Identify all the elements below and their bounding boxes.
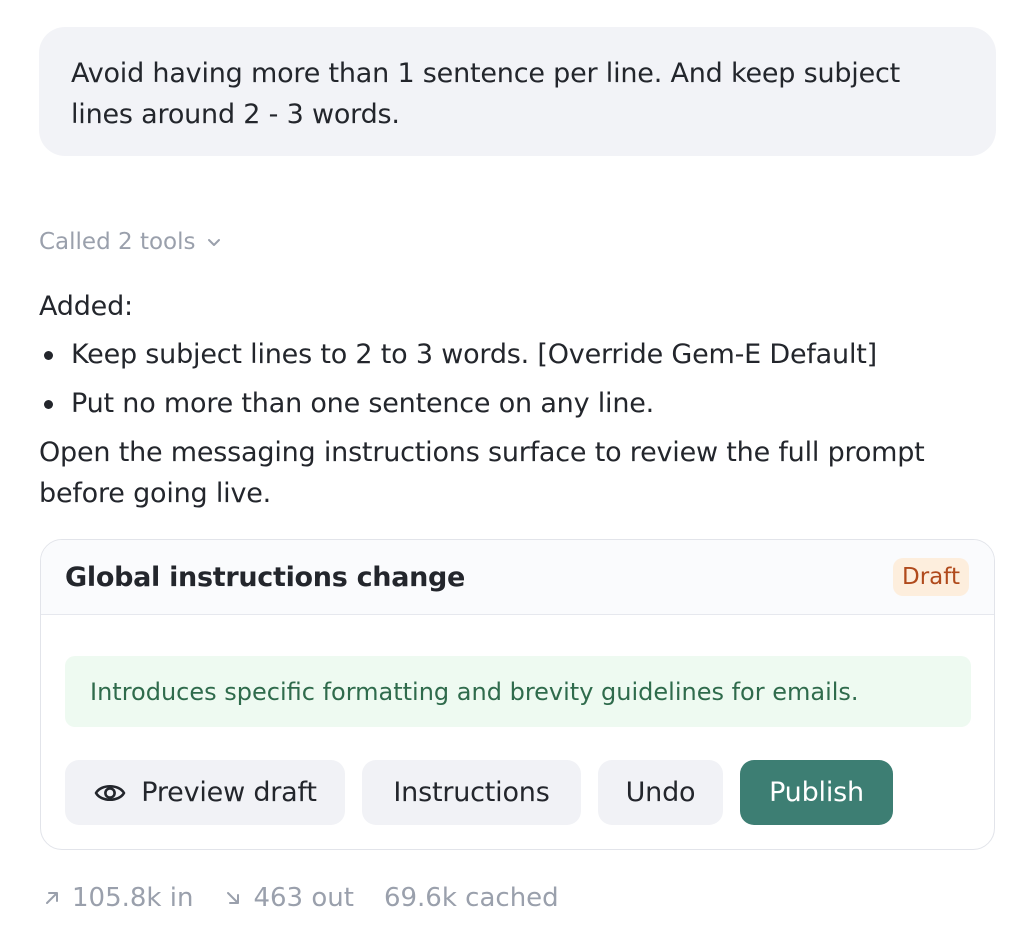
reply-intro: Added: — [39, 291, 133, 322]
card-header: Global instructions change Draft — [41, 540, 994, 615]
publish-button[interactable]: Publish — [740, 760, 893, 825]
input-tokens-text: 105.8k in — [72, 883, 194, 913]
tools-toggle-label: Called 2 tools — [39, 229, 196, 255]
bullet-icon — [44, 351, 53, 360]
status-badge: Draft — [893, 558, 969, 596]
arrow-up-right-icon — [46, 892, 58, 904]
card-actions: Preview draft Instructions Undo Publish — [65, 760, 893, 825]
tools-toggle[interactable]: Called 2 tools — [39, 226, 223, 258]
list-item: Keep subject lines to 2 to 3 words. [Ove… — [39, 334, 1009, 383]
preview-draft-label: Preview draft — [141, 777, 317, 808]
list-item: Put no more than one sentence on any lin… — [39, 383, 1009, 432]
arrow-down-right-icon — [227, 892, 240, 904]
list-item-text: Put no more than one sentence on any lin… — [71, 388, 655, 419]
preview-draft-button[interactable]: Preview draft — [65, 760, 345, 825]
change-summary-text: Introduces specific formatting and brevi… — [90, 677, 859, 706]
user-message-text: Avoid having more than 1 sentence per li… — [71, 58, 901, 130]
reply-note: Open the messaging instructions surface … — [39, 437, 925, 509]
bullet-icon — [44, 400, 53, 409]
cached-tokens-stat: 69.6k cached — [384, 883, 559, 913]
undo-button[interactable]: Undo — [598, 760, 723, 825]
input-tokens-stat: 105.8k in — [42, 883, 193, 913]
list-item-text: Keep subject lines to 2 to 3 words. [Ove… — [71, 339, 877, 370]
output-tokens-text: 463 out — [253, 883, 354, 913]
assistant-reply: Added: Keep subject lines to 2 to 3 word… — [39, 286, 1009, 514]
change-summary: Introduces specific formatting and brevi… — [65, 656, 971, 727]
reply-list: Keep subject lines to 2 to 3 words. [Ove… — [39, 334, 1009, 432]
cached-tokens-text: 69.6k cached — [383, 883, 559, 913]
eye-icon — [94, 784, 126, 801]
user-message-bubble: Avoid having more than 1 sentence per li… — [39, 27, 996, 156]
instructions-button[interactable]: Instructions — [362, 760, 581, 825]
instructions-change-card: Global instructions change Draft Introdu… — [40, 539, 995, 850]
chat-page: Avoid having more than 1 sentence per li… — [0, 0, 1028, 948]
output-tokens-stat: 463 out — [223, 883, 354, 913]
card-title: Global instructions change — [65, 561, 466, 593]
chevron-down-icon — [208, 239, 221, 246]
token-stats: 105.8k in 463 out 69.6k cached — [42, 880, 589, 916]
